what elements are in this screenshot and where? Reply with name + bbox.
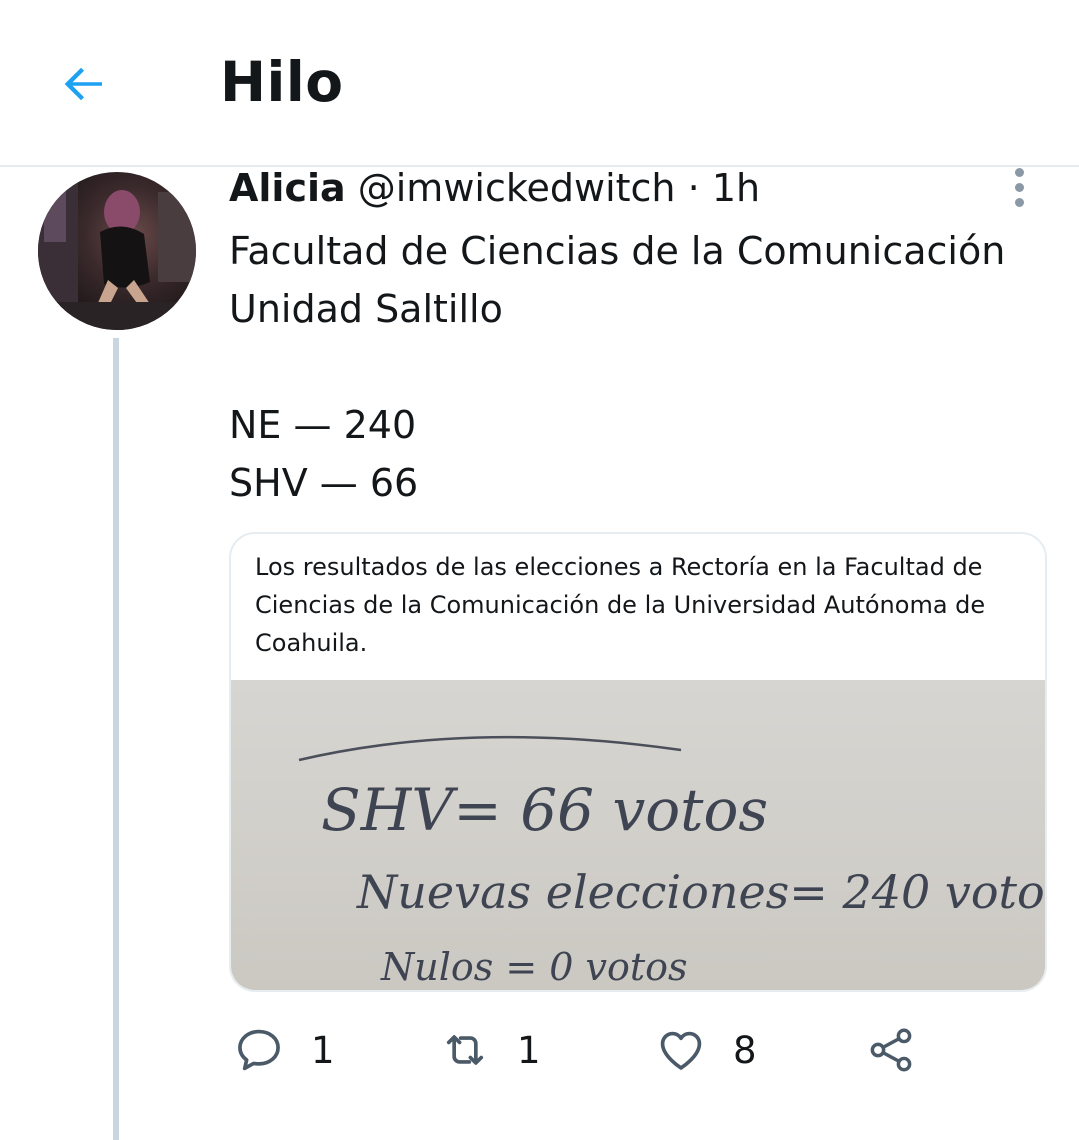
arrow-left-icon — [64, 67, 102, 101]
tweet-time[interactable]: 1h — [712, 166, 760, 210]
quoted-post-image[interactable]: SHV= 66 votos Nuevas elecciones= 240 vot… — [231, 680, 1045, 990]
tweet-line: SHV — 66 — [229, 461, 419, 505]
tweet-header: Alicia @imwickedwitch · 1h — [229, 168, 760, 208]
back-button[interactable] — [52, 56, 116, 112]
whiteboard-line-3: Nulos = 0 votos — [380, 945, 688, 989]
reply-count: 1 — [311, 1028, 335, 1072]
tweet-line: Facultad de Ciencias de la Comunicación — [229, 229, 1006, 273]
share-button[interactable] — [865, 1022, 917, 1078]
like-count: 8 — [733, 1028, 757, 1072]
whiteboard-photo: SHV= 66 votos Nuevas elecciones= 240 vot… — [298, 735, 1045, 989]
share-nodes-icon — [870, 1028, 912, 1072]
speech-bubble-icon — [238, 1029, 280, 1071]
thread-line — [113, 338, 119, 1140]
separator-dot: · — [687, 166, 700, 210]
vertical-ellipsis-icon — [1015, 168, 1024, 177]
tweet-line: Unidad Saltillo — [229, 287, 503, 331]
top-bar: Hilo — [0, 0, 1079, 167]
page-title: Hilo — [220, 50, 344, 114]
author-handle[interactable]: @imwickedwitch — [358, 166, 676, 210]
tweet-body: Facultad de Ciencias de la Comunicación … — [229, 222, 1005, 512]
author-name[interactable]: Alicia — [229, 166, 346, 210]
quoted-post[interactable]: Los resultados de las elecciones a Recto… — [229, 532, 1047, 992]
whiteboard-line-2: Nuevas elecciones= 240 votos. — [356, 865, 1045, 919]
quoted-post-text: Los resultados de las elecciones a Recto… — [255, 553, 986, 657]
vertical-ellipsis-icon-dot — [1015, 183, 1024, 192]
vertical-ellipsis-icon-dot — [1015, 198, 1024, 207]
like-button[interactable]: 8 — [655, 1022, 757, 1078]
retweet-button[interactable]: 1 — [439, 1022, 541, 1078]
reply-button[interactable]: 1 — [233, 1022, 335, 1078]
avatar-photo — [38, 172, 196, 330]
action-bar: 1 1 8 — [229, 1022, 1043, 1082]
retweet-count: 1 — [517, 1028, 541, 1072]
whiteboard-line-1: SHV= 66 votos — [321, 776, 768, 844]
avatar[interactable] — [38, 172, 196, 330]
retweet-arrows-icon — [446, 1035, 484, 1065]
more-options-button[interactable] — [1004, 166, 1036, 210]
tweet-line — [229, 338, 1005, 396]
tweet-line: NE — 240 — [229, 403, 417, 447]
heart-icon — [660, 1031, 702, 1070]
